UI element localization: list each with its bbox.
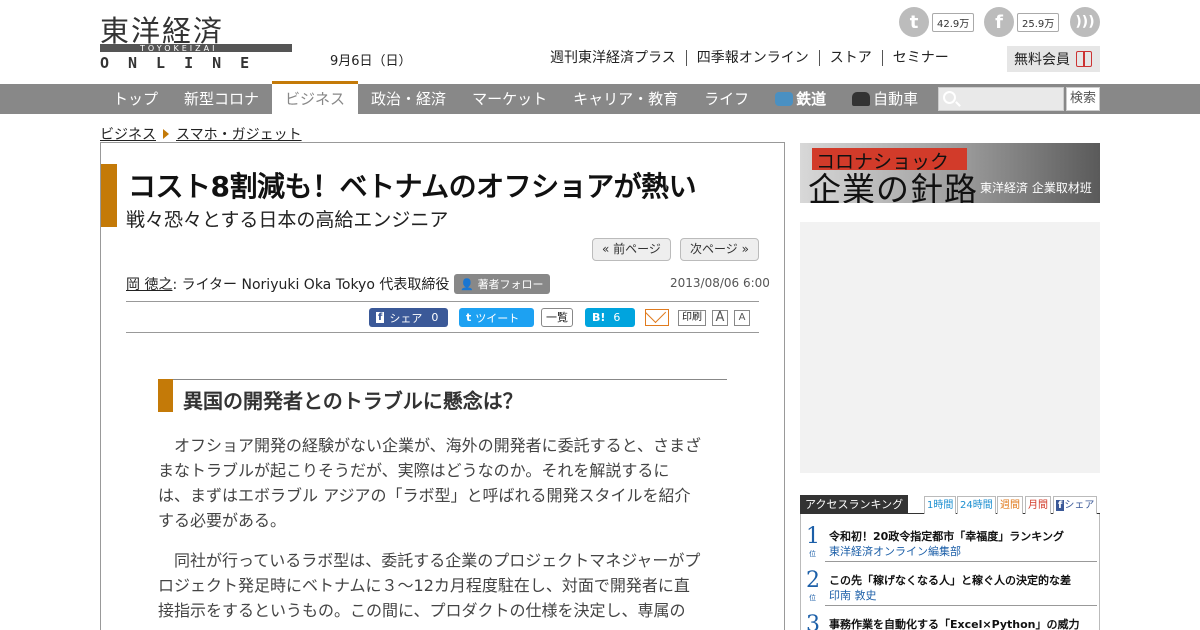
paragraph-1: オフショア開発の経験がない企業が、海外の開発者に委託すると、さまざ まなトラブル…: [158, 436, 702, 530]
nav-politics-economy[interactable]: 政治・経済: [358, 84, 459, 114]
search-input[interactable]: [938, 87, 1064, 111]
breadcrumb-gadget[interactable]: スマホ・ガジェット: [176, 124, 302, 144]
prev-page-button[interactable]: « 前ページ: [592, 238, 671, 261]
paragraph-2: 同社が行っているラボ型は、委託する企業のプロジェクトマネジャーがプ ロジェクト発…: [158, 551, 701, 620]
search-icon: [943, 91, 956, 104]
ranking-item-author: 印南 敦史: [829, 589, 877, 602]
nav-car[interactable]: 自動車: [839, 84, 931, 114]
facebook-icon: f: [376, 312, 385, 323]
top-links: 週刊東洋経済プラス 四季報オンライン ストア セミナー: [540, 50, 959, 66]
twitter-count: 42.9万: [932, 12, 975, 32]
nav-business[interactable]: ビジネス: [272, 81, 359, 114]
facebook-share-button[interactable]: f シェア 0: [369, 308, 448, 327]
tab-monthly[interactable]: 月間: [1025, 496, 1051, 514]
car-icon: [852, 92, 871, 106]
nav-career[interactable]: キャリア・教育: [560, 84, 691, 114]
ranking-list: 1 位 令和初！20政令指定都市「幸福度」ランキング 東洋経済オンライン編集部 …: [800, 514, 1100, 630]
follow-author-button[interactable]: 👤 著者フォロー: [454, 274, 550, 294]
font-small-button[interactable]: A: [734, 310, 750, 326]
twitter-icon: t: [899, 7, 929, 37]
nav-life[interactable]: ライフ: [691, 84, 762, 114]
twitter-icon: t: [466, 311, 472, 324]
breadcrumb: ビジネス スマホ・ガジェット: [100, 124, 302, 144]
facebook-count: 25.9万: [1017, 12, 1060, 32]
ranking-item[interactable]: 3 事務作業を自動化する「Excel×Python」の威力: [801, 606, 1099, 630]
current-date: 9月6日（日）: [330, 54, 412, 69]
ranking-item[interactable]: 1 位 令和初！20政令指定都市「幸福度」ランキング 東洋経済オンライン編集部: [801, 518, 1099, 562]
search-button[interactable]: 検索: [1066, 87, 1100, 111]
link-seminar[interactable]: セミナー: [881, 50, 959, 66]
logo-roman: ONLINE: [100, 54, 269, 72]
gift-icon: [1076, 51, 1092, 67]
nav-market[interactable]: マーケット: [459, 84, 560, 114]
facebook-follow[interactable]: f 25.9万: [984, 6, 1060, 38]
banner-main-text: 企業の針路: [808, 170, 978, 203]
ad-slot[interactable]: [800, 222, 1100, 473]
corona-shock-banner[interactable]: コロナショック 企業の針路 東洋経済 企業取材班: [800, 143, 1100, 203]
article-title: コスト8割減も！ベトナムのオフショアが熱い: [128, 170, 697, 203]
publish-date: 2013/08/06 6:00: [670, 276, 770, 290]
site-logo[interactable]: 東洋経済 TOYOKEIZAI ONLINE: [100, 8, 292, 72]
tab-24hour[interactable]: 24時間: [957, 496, 996, 514]
article-box: コスト8割減も！ベトナムのオフショアが熱い 戦々恐々とする日本の高給エンジニア …: [100, 142, 785, 630]
tab-weekly[interactable]: 週間: [997, 496, 1023, 514]
hatena-icon: B!: [592, 311, 606, 324]
twitter-follow[interactable]: t 42.9万: [899, 6, 975, 38]
rss-icon: ))): [1070, 7, 1100, 37]
mail-icon[interactable]: [645, 309, 669, 326]
link-weekly-plus[interactable]: 週刊東洋経済プラス: [540, 50, 686, 66]
byline: 岡 徳之 : ライター Noriyuki Oka Tokyo 代表取締役 👤 著…: [126, 274, 550, 294]
print-button[interactable]: 印刷: [678, 310, 706, 326]
member-label: 無料会員: [1014, 52, 1070, 68]
font-large-button[interactable]: A: [712, 310, 728, 326]
author-role: : ライター Noriyuki Oka Tokyo 代表取締役: [172, 277, 450, 293]
free-member-button[interactable]: 無料会員: [1007, 46, 1100, 72]
nav-top[interactable]: トップ: [100, 84, 171, 114]
ranking-item-author: 東洋経済オンライン編集部: [829, 545, 961, 558]
link-store[interactable]: ストア: [818, 50, 882, 66]
tweet-button[interactable]: t ツイート: [459, 308, 534, 327]
hatena-bookmark-button[interactable]: B! 6: [585, 308, 635, 327]
nav-corona[interactable]: 新型コロナ: [171, 84, 272, 114]
next-page-button[interactable]: 次ページ »: [680, 238, 759, 261]
ranking-item-title: この先「稼げなくなる人」と稼ぐ人の決定的な差: [829, 574, 1071, 587]
author-link[interactable]: 岡 徳之: [126, 274, 172, 294]
ranking-header: アクセスランキング 1時間 24時間 週間 月間 f シェア: [800, 495, 1100, 514]
ranking-label: アクセスランキング: [800, 495, 909, 514]
breadcrumb-arrow-icon: [163, 129, 169, 139]
site-header: 東洋経済 TOYOKEIZAI ONLINE 9月6日（日） t 42.9万 f…: [0, 0, 1200, 84]
train-icon: [775, 92, 794, 106]
banner-credit: 東洋経済 企業取材班: [980, 181, 1092, 195]
logo-sub: TOYOKEIZAI: [140, 44, 218, 53]
section-heading: 異国の開発者とのトラブルに懸念は？: [183, 389, 523, 413]
article-subtitle: 戦々恐々とする日本の高給エンジニア: [126, 209, 449, 231]
breadcrumb-business[interactable]: ビジネス: [100, 124, 156, 144]
nav-railway[interactable]: 鉄道: [762, 84, 839, 114]
link-shikiho[interactable]: 四季報オンライン: [685, 50, 819, 66]
ranking-item-title: 事務作業を自動化する「Excel×Python」の威力: [829, 618, 1080, 630]
facebook-icon: f: [984, 7, 1014, 37]
rss-link[interactable]: ))): [1070, 6, 1100, 38]
ranking-item-title: 令和初！20政令指定都市「幸福度」ランキング: [829, 530, 1064, 543]
tab-1hour[interactable]: 1時間: [924, 496, 957, 514]
tweet-list-link[interactable]: 一覧: [541, 308, 573, 327]
ranking-item[interactable]: 2 位 この先「稼げなくなる人」と稼ぐ人の決定的な差 印南 敦史: [801, 562, 1099, 606]
tab-share[interactable]: f シェア: [1053, 496, 1098, 514]
